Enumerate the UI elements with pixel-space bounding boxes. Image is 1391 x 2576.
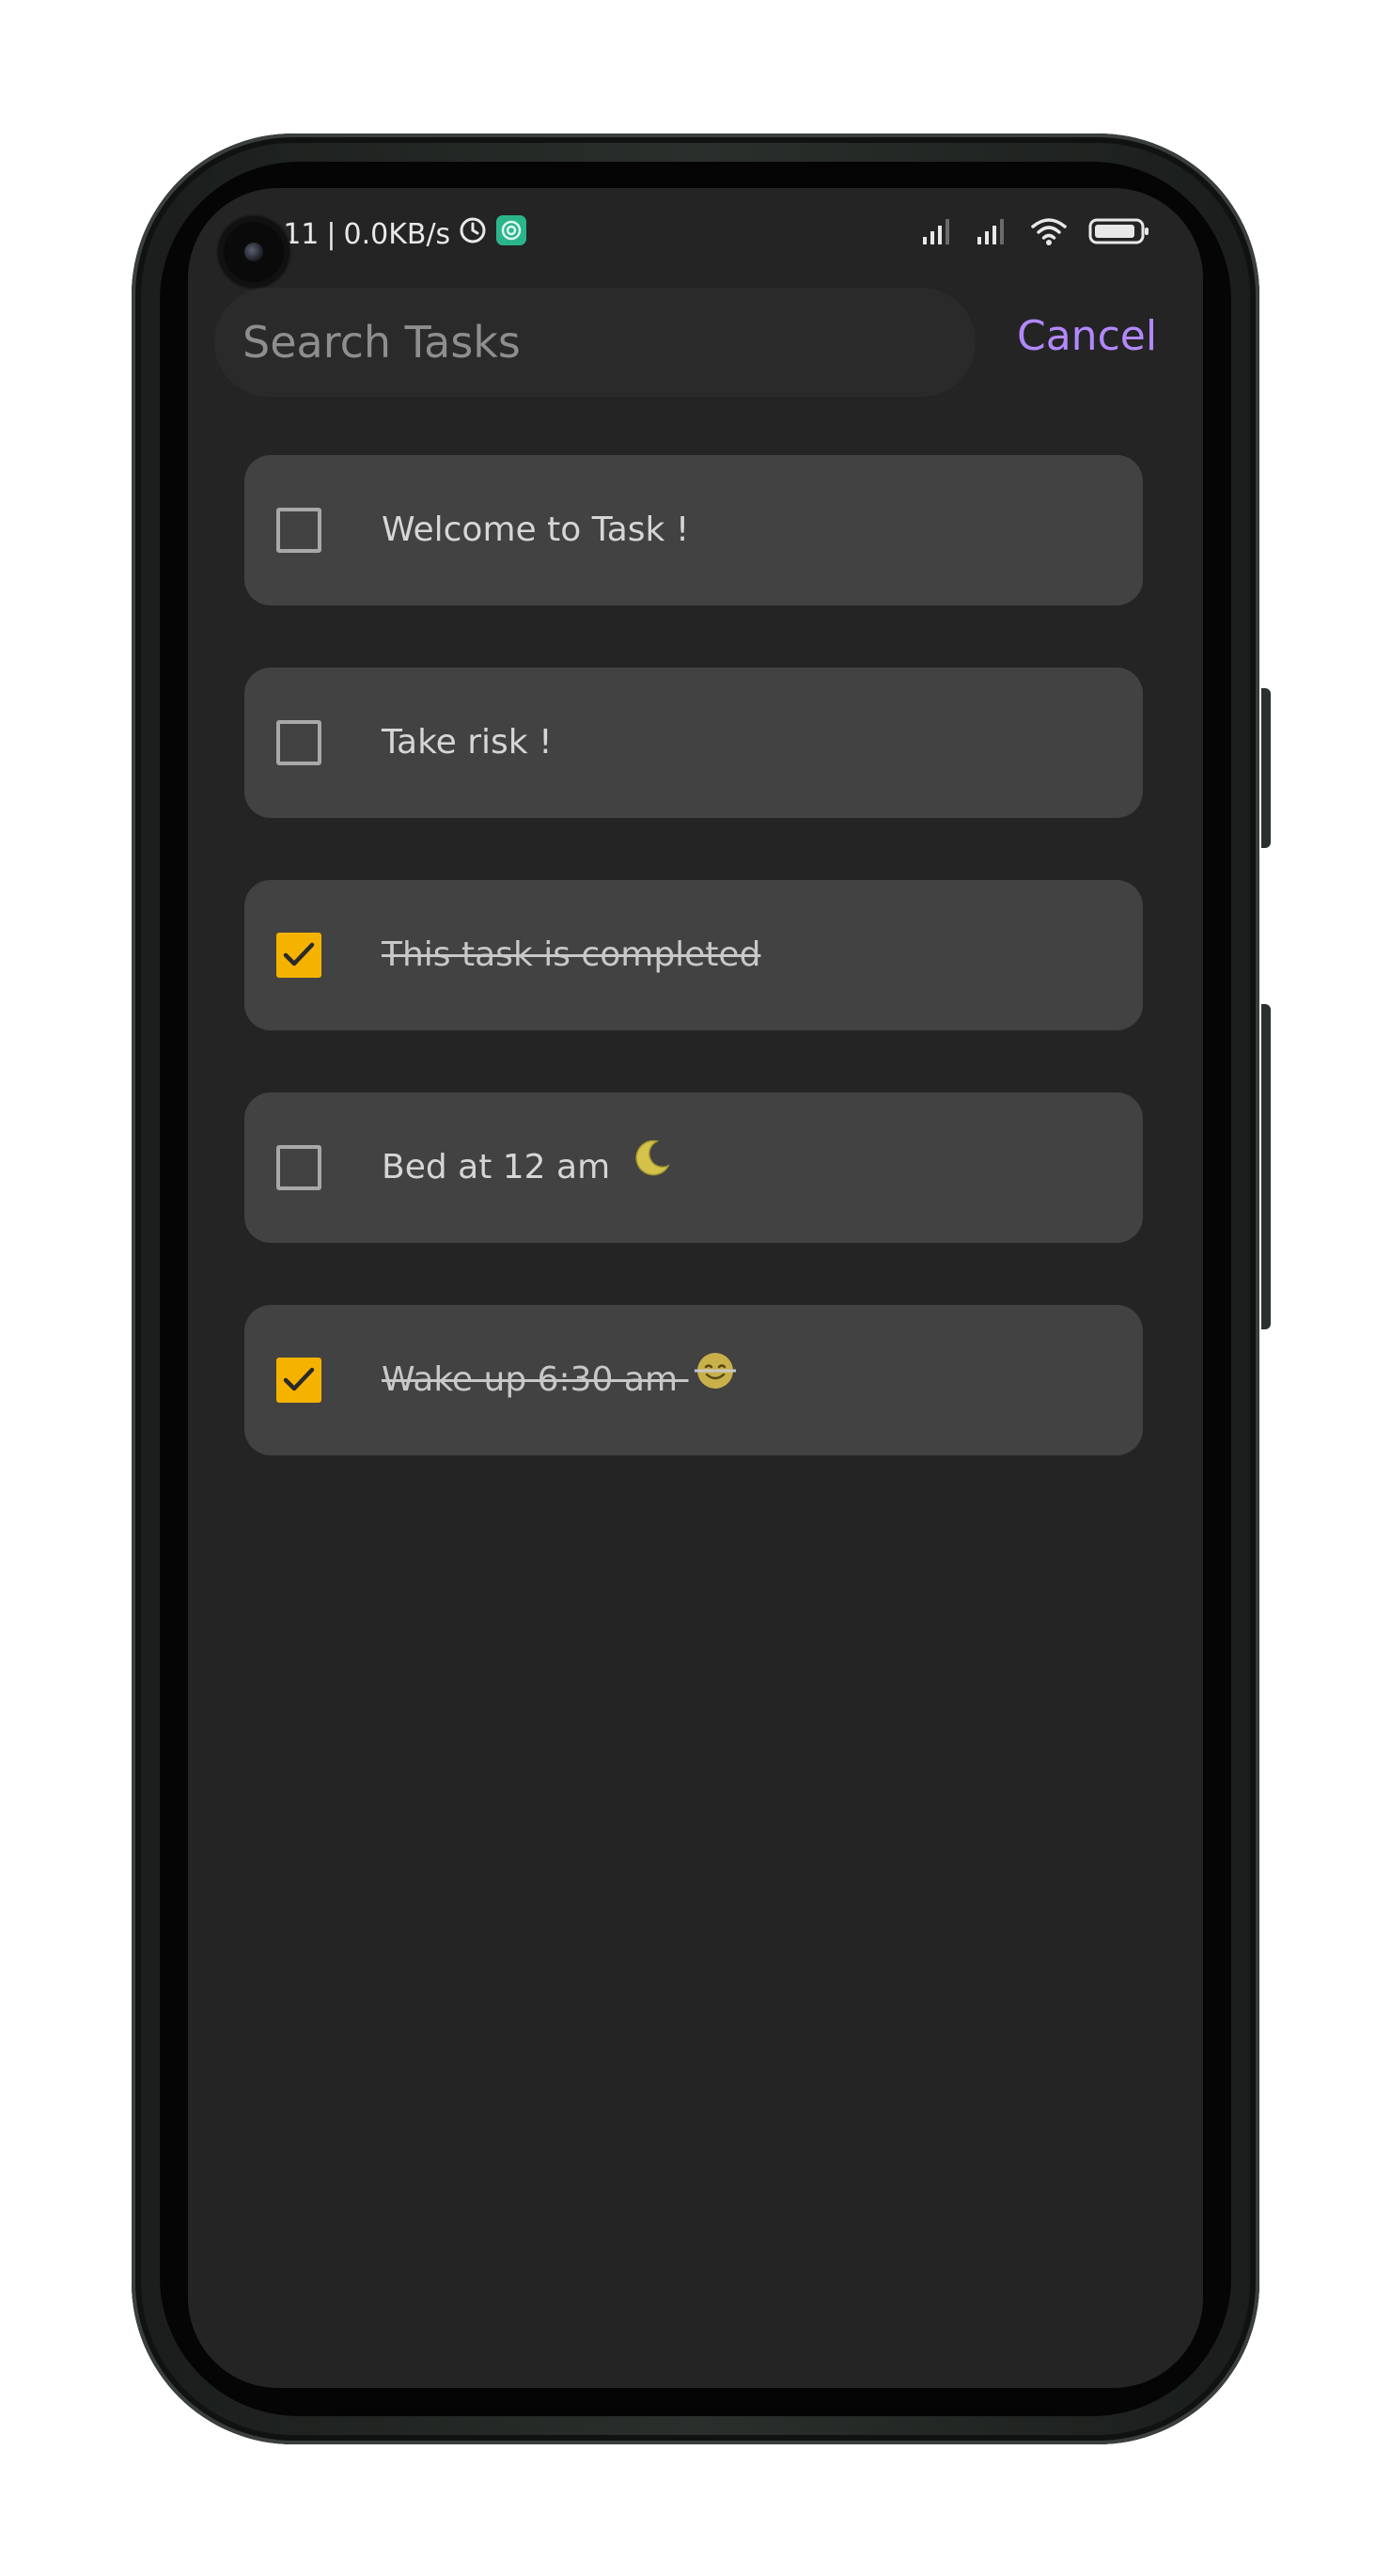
- smiling-face-icon: [694, 1306, 736, 1456]
- checkmark-icon: [283, 942, 315, 966]
- crescent-moon-icon: [631, 1093, 672, 1244]
- network-speed: 0.0KB/s: [343, 217, 451, 251]
- volume-button: [1261, 1004, 1271, 1329]
- signal-icon: [976, 216, 1009, 254]
- status-left: 5:11 | 0.0KB/s: [256, 214, 527, 254]
- task-text-row: Bed at 12 am: [382, 1092, 672, 1243]
- status-bar: 5:11 | 0.0KB/s: [188, 209, 1203, 261]
- task-label-completed: Wake up 6:30 am: [382, 1360, 679, 1399]
- task-label-completed: This task is completed: [382, 935, 761, 974]
- task-item[interactable]: This task is completed: [244, 880, 1143, 1030]
- task-checkbox[interactable]: [276, 720, 321, 765]
- power-button: [1261, 688, 1271, 848]
- checkmark-icon: [283, 1367, 315, 1391]
- task-item[interactable]: Welcome to Task !: [244, 455, 1143, 605]
- task-checkbox[interactable]: [276, 508, 321, 553]
- signal-icon: [921, 216, 955, 254]
- front-camera: [218, 216, 289, 288]
- task-text-row-completed: Wake up 6:30 am: [382, 1305, 736, 1455]
- status-separator: |: [326, 217, 336, 251]
- task-item[interactable]: Take risk !: [244, 668, 1143, 818]
- task-item[interactable]: Bed at 12 am: [244, 1092, 1143, 1243]
- battery-icon: [1088, 216, 1150, 254]
- task-item[interactable]: Wake up 6:30 am: [244, 1305, 1143, 1455]
- cancel-button[interactable]: Cancel: [1017, 312, 1157, 360]
- search-input[interactable]: [242, 288, 957, 397]
- task-label: Bed at 12 am: [382, 1148, 611, 1186]
- task-label: Welcome to Task !: [382, 510, 690, 549]
- task-checkbox-checked[interactable]: [276, 1358, 321, 1403]
- app-screen: 5:11 | 0.0KB/s Search Tasks Cancel Welco…: [188, 188, 1203, 2388]
- task-checkbox[interactable]: [276, 1145, 321, 1190]
- task-label: Take risk !: [382, 723, 553, 762]
- task-checkbox-checked[interactable]: [276, 933, 321, 978]
- alarm-icon: [458, 215, 488, 253]
- task-list: Welcome to Task ! Take risk ! This task …: [244, 455, 1143, 1517]
- status-right: [921, 216, 1150, 254]
- app-notification-icon: [495, 214, 527, 254]
- wifi-icon: [1030, 216, 1068, 254]
- device-mockup: 5:11 | 0.0KB/s Search Tasks Cancel Welco…: [0, 0, 1391, 2576]
- search-bar[interactable]: [214, 288, 976, 397]
